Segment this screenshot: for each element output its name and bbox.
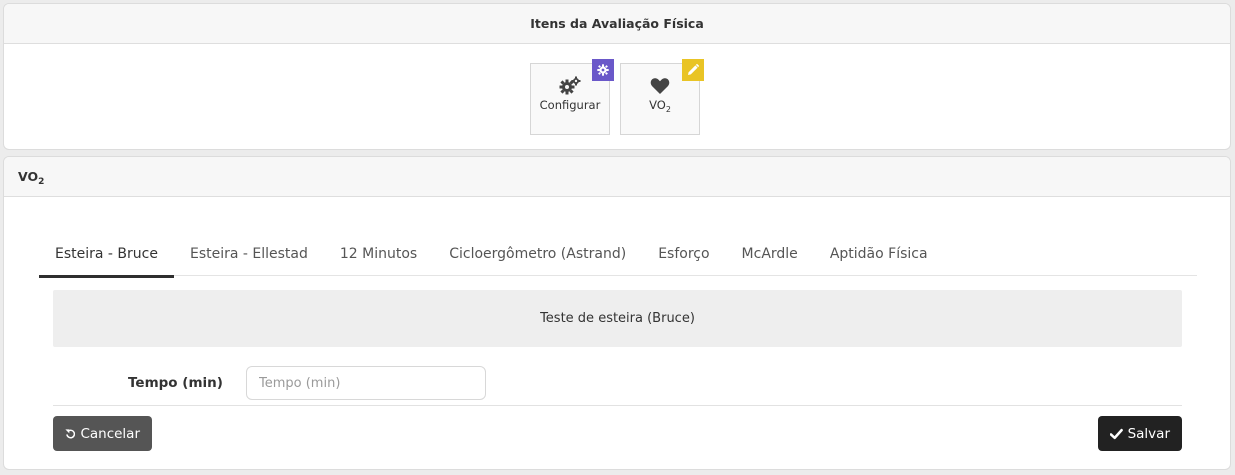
tab-esteira-bruce[interactable]: Esteira - Bruce: [39, 232, 174, 278]
items-panel: Itens da Avaliação Física Configurar VO2: [3, 3, 1231, 150]
tempo-input[interactable]: [246, 366, 486, 400]
heart-icon: [649, 76, 671, 96]
vo2-panel-title: VO2: [18, 169, 45, 187]
configure-badge[interactable]: [592, 59, 614, 81]
items-panel-title: Itens da Avaliação Física: [530, 16, 704, 31]
test-tabs: Esteira - Bruce Esteira - Ellestad 12 Mi…: [39, 232, 1197, 278]
gears-icon: [559, 76, 581, 96]
vo2-panel-header: VO2: [4, 157, 1230, 197]
test-description: Teste de esteira (Bruce): [53, 290, 1182, 347]
save-button-label: Salvar: [1127, 425, 1170, 442]
tab-aptidao-fisica[interactable]: Aptidão Física: [814, 232, 944, 276]
vo2-tile-label: VO2: [649, 98, 671, 114]
tab-esforco[interactable]: Esforço: [642, 232, 725, 276]
tab-cicloergometro[interactable]: Cicloergômetro (Astrand): [433, 232, 642, 276]
cancel-button-label: Cancelar: [80, 425, 140, 442]
check-icon: [1110, 428, 1123, 439]
configure-tile[interactable]: Configurar: [530, 59, 614, 135]
form-divider: [53, 405, 1182, 406]
tab-esteira-ellestad[interactable]: Esteira - Ellestad: [174, 232, 324, 276]
configure-tile-label: Configurar: [539, 98, 601, 112]
vo2-panel: VO2 Esteira - Bruce Esteira - Ellestad 1…: [3, 156, 1231, 470]
cancel-button[interactable]: Cancelar: [53, 416, 152, 451]
undo-icon: [65, 429, 76, 439]
pencil-icon: [688, 64, 699, 75]
tab-12-minutos[interactable]: 12 Minutos: [324, 232, 433, 276]
tempo-label: Tempo (min): [128, 375, 223, 391]
items-panel-header: Itens da Avaliação Física: [4, 4, 1230, 44]
edit-badge[interactable]: [682, 59, 704, 81]
save-button[interactable]: Salvar: [1098, 416, 1182, 451]
vo2-tile[interactable]: VO2: [620, 59, 704, 135]
gear-icon: [597, 64, 609, 76]
tab-mcardle[interactable]: McArdle: [726, 232, 814, 276]
